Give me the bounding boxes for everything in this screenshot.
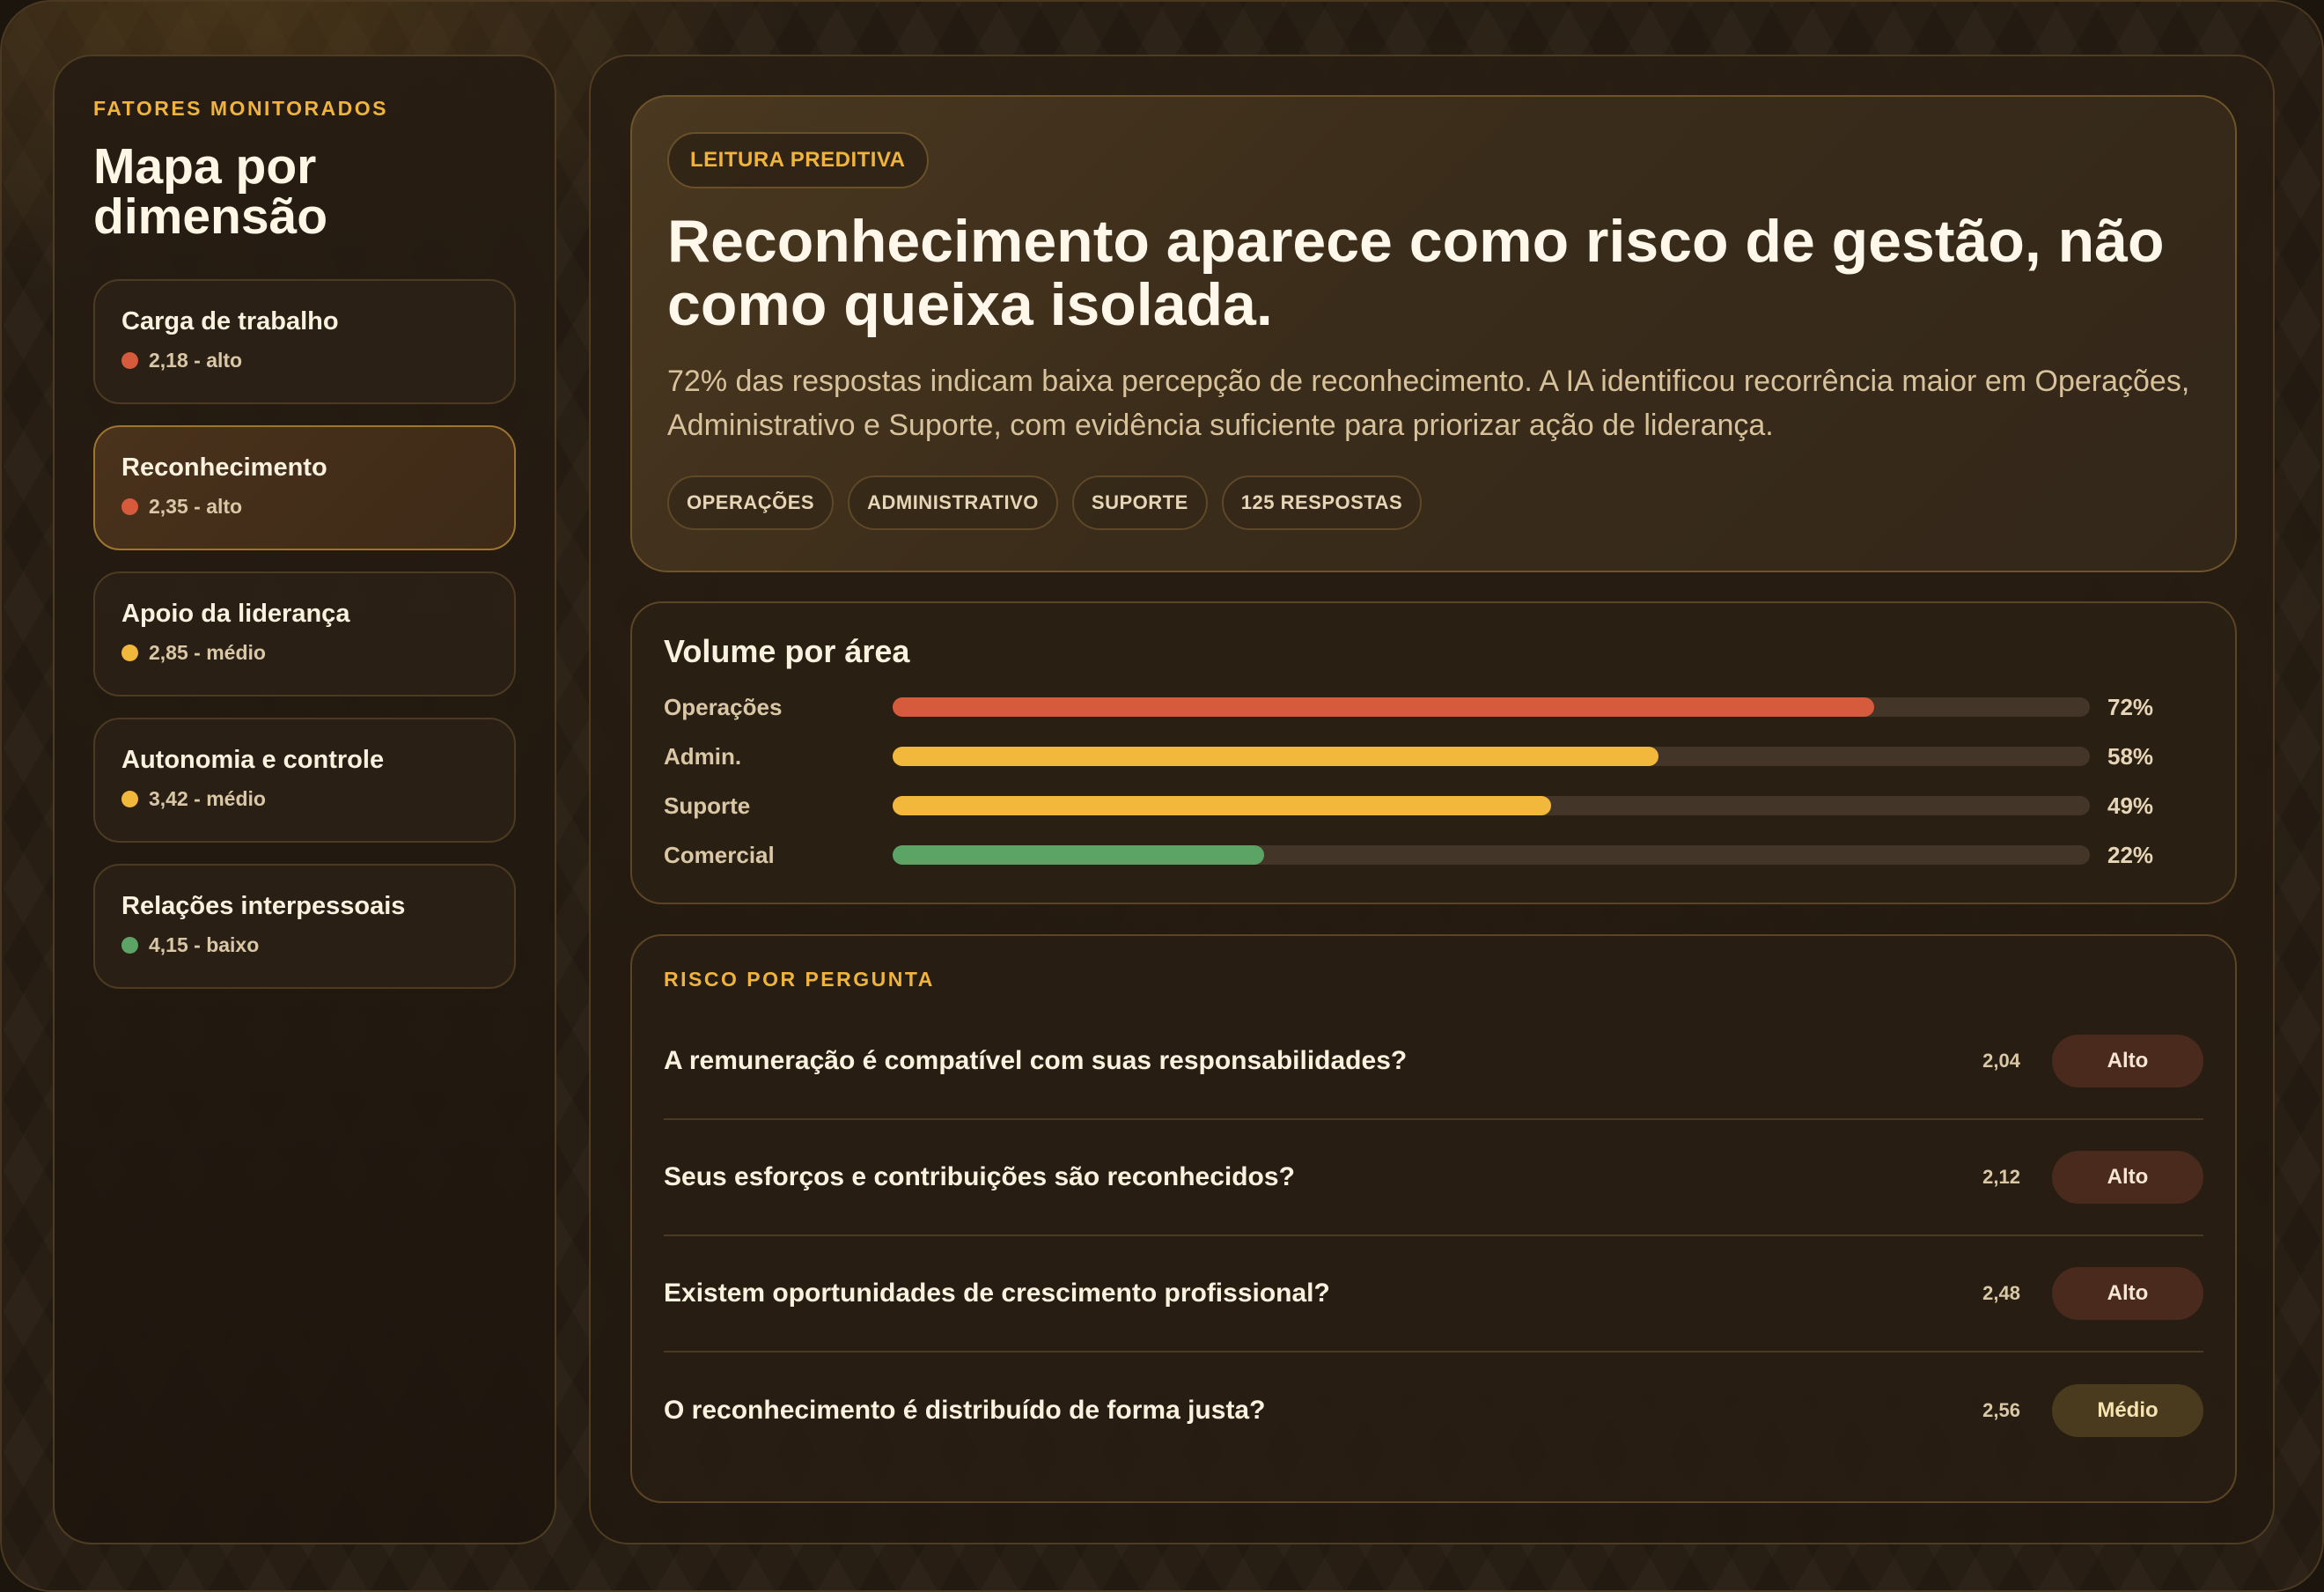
dimension-card-reconhecimento[interactable]: Reconhecimento 2,35 - alto	[93, 425, 516, 550]
bar-fill	[893, 845, 1264, 865]
risk-level-badge: Médio	[2052, 1384, 2203, 1437]
risk-row[interactable]: A remuneração é compatível com suas resp…	[664, 1004, 2203, 1120]
dimension-score: 4,15 - baixo	[149, 933, 260, 956]
risk-score: 2,04	[1982, 1050, 2020, 1072]
tag-administrativo[interactable]: ADMINISTRATIVO	[848, 475, 1058, 530]
dashboard-frame: FATORES MONITORADOS Mapa por dimensão Ca…	[0, 0, 2324, 1592]
bar-fill	[893, 747, 1659, 766]
level-dot-icon	[121, 791, 138, 807]
insight-description: 72% das respostas indicam baixa percepçã…	[667, 365, 2190, 442]
level-dot-icon	[121, 498, 138, 515]
level-dot-icon	[121, 645, 138, 661]
risk-score: 2,48	[1982, 1282, 2020, 1304]
dimension-name: Apoio da liderança	[121, 600, 350, 628]
tag-list: OPERAÇÕES ADMINISTRATIVO SUPORTE 125 RES…	[667, 475, 2200, 530]
dimension-name: Carga de trabalho	[121, 307, 339, 335]
volume-row: Operações 72%	[664, 682, 2203, 732]
dimension-list: Carga de trabalho 2,18 - alto Reconhecim…	[93, 279, 516, 989]
dimension-name: Relações interpessoais	[121, 892, 406, 920]
area-percentage: 58%	[2107, 742, 2154, 770]
risk-question: Seus esforços e contribuições são reconh…	[664, 1162, 1295, 1191]
risk-row[interactable]: Seus esforços e contribuições são reconh…	[664, 1120, 2203, 1236]
risk-question: A remuneração é compatível com suas resp…	[664, 1046, 1408, 1075]
volume-row: Suporte 49%	[664, 781, 2203, 830]
area-percentage: 22%	[2107, 841, 2154, 868]
sidebar-eyebrow: FATORES MONITORADOS	[93, 97, 389, 120]
tag-operacoes[interactable]: OPERAÇÕES	[667, 475, 835, 530]
dimension-card-lideranca[interactable]: Apoio da liderança 2,85 - médio	[93, 571, 516, 696]
level-dot-icon	[121, 937, 138, 954]
bar-track	[893, 796, 2090, 815]
area-label: Comercial	[664, 841, 775, 868]
area-percentage: 72%	[2107, 693, 2154, 720]
predictive-badge: LEITURA PREDITIVA	[667, 132, 929, 188]
risk-level-badge: Alto	[2052, 1267, 2203, 1320]
risk-level-badge: Alto	[2052, 1151, 2203, 1204]
risk-list: A remuneração é compatível com suas resp…	[664, 1004, 2203, 1469]
tag-suporte[interactable]: SUPORTE	[1071, 475, 1208, 530]
volume-bars: Operações 72% Admin. 58% Suporte 49% Com…	[664, 682, 2203, 880]
area-label: Suporte	[664, 792, 751, 819]
dimension-score: 3,42 - médio	[149, 787, 266, 810]
area-label: Operações	[664, 693, 783, 720]
dimension-name: Reconhecimento	[121, 453, 327, 482]
risk-score: 2,12	[1982, 1166, 2020, 1188]
dimension-score: 2,35 - alto	[149, 495, 243, 518]
dimension-card-carga[interactable]: Carga de trabalho 2,18 - alto	[93, 279, 516, 404]
insight-title: Reconhecimento aparece como risco de ges…	[667, 208, 2165, 338]
risk-level-badge: Alto	[2052, 1035, 2203, 1087]
bar-track	[893, 747, 2090, 766]
dimension-card-relacoes[interactable]: Relações interpessoais 4,15 - baixo	[93, 864, 516, 989]
bar-track	[893, 697, 2090, 717]
area-percentage: 49%	[2107, 792, 2154, 819]
dimension-card-autonomia[interactable]: Autonomia e controle 3,42 - médio	[93, 718, 516, 843]
risk-question: O reconhecimento é distribuído de forma …	[664, 1396, 1266, 1425]
dimension-score: 2,85 - médio	[149, 641, 266, 664]
dimension-name: Autonomia e controle	[121, 746, 385, 774]
bar-fill	[893, 796, 1551, 815]
volume-row: Admin. 58%	[664, 732, 2203, 781]
volume-panel: Volume por área Operações 72% Admin. 58%…	[630, 601, 2237, 904]
risk-row[interactable]: O reconhecimento é distribuído de forma …	[664, 1352, 2203, 1469]
insight-hero: LEITURA PREDITIVA Reconhecimento aparece…	[630, 95, 2237, 572]
sidebar-title: Mapa por dimensão	[93, 138, 328, 245]
risk-score: 2,56	[1982, 1399, 2020, 1421]
dimension-score: 2,18 - alto	[149, 349, 243, 372]
main-panel: LEITURA PREDITIVA Reconhecimento aparece…	[589, 55, 2275, 1544]
bar-track	[893, 845, 2090, 865]
risk-panel: RISCO POR PERGUNTA A remuneração é compa…	[630, 934, 2237, 1503]
risk-eyebrow: RISCO POR PERGUNTA	[664, 968, 935, 991]
risk-row[interactable]: Existem oportunidades de crescimento pro…	[664, 1236, 2203, 1352]
sidebar: FATORES MONITORADOS Mapa por dimensão Ca…	[53, 55, 556, 1544]
tag-respostas: 125 RESPOSTAS	[1221, 475, 1423, 530]
risk-question: Existem oportunidades de crescimento pro…	[664, 1279, 1330, 1308]
volume-row: Comercial 22%	[664, 830, 2203, 880]
volume-title: Volume por área	[664, 633, 910, 669]
area-label: Admin.	[664, 742, 742, 770]
level-dot-icon	[121, 352, 138, 369]
bar-fill	[893, 697, 1875, 717]
